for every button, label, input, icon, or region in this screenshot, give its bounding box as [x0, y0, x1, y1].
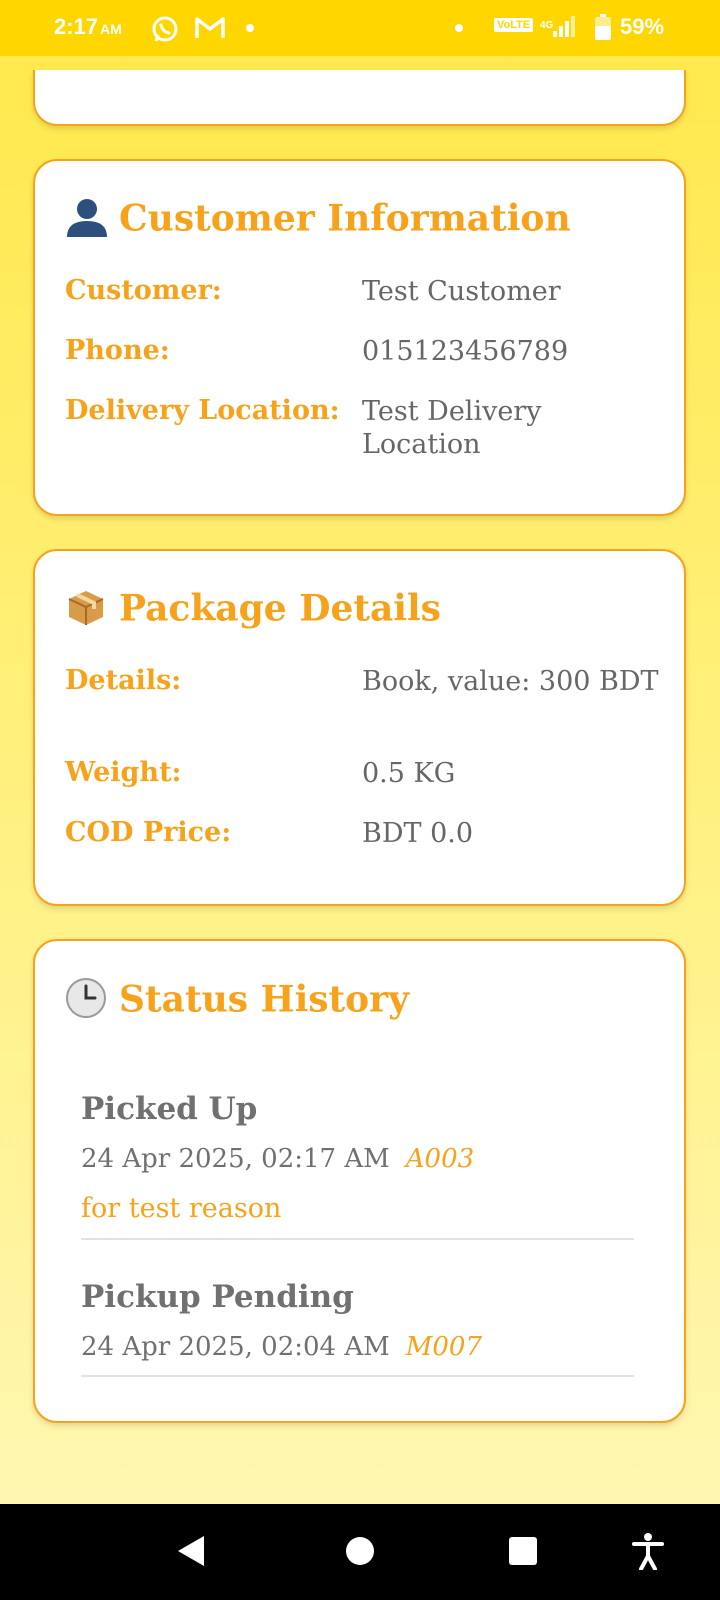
weight-label: Weight: [65, 757, 182, 788]
notification-dot [246, 24, 254, 32]
history-divider [81, 1375, 634, 1377]
history-user: M007 [405, 1332, 482, 1362]
back-button[interactable] [176, 1534, 206, 1572]
history-divider [81, 1238, 634, 1240]
recents-button[interactable] [508, 1536, 538, 1570]
whatsapp-icon [150, 14, 180, 49]
status-history-card: Status History Picked Up 24 Apr 2025, 02… [33, 939, 686, 1423]
phone-label: Phone: [65, 335, 170, 366]
signal-icon [552, 16, 576, 43]
cod-price-value: BDT 0.0 [362, 818, 474, 849]
clock-icon [65, 977, 111, 1028]
status-history-title: Status History [65, 977, 409, 1028]
package-details-card: Package Details Details: Book, value: 30… [33, 549, 686, 906]
accessibility-icon[interactable] [632, 1532, 664, 1574]
cod-price-label: COD Price: [65, 817, 232, 848]
history-reason: for test reason [81, 1193, 282, 1224]
customer-info-card: Customer Information Customer: Test Cust… [33, 159, 686, 516]
package-details-title: Package Details [65, 587, 441, 636]
phone-value: 015123456789 [362, 336, 569, 367]
person-icon [65, 197, 111, 246]
delivery-location-label: Delivery Location: [65, 395, 340, 426]
details-label: Details: [65, 665, 182, 696]
history-time: 24 Apr 2025, 02:17 AM A003 [81, 1144, 475, 1174]
history-status-pickup-pending: Pickup Pending [81, 1279, 354, 1315]
weight-value: 0.5 KG [362, 758, 456, 789]
history-time: 24 Apr 2025, 02:04 AM M007 [81, 1332, 482, 1362]
volte-badge: VoLTE [494, 18, 534, 32]
previous-card [33, 70, 686, 126]
package-icon [65, 587, 111, 636]
navigation-bar [0, 1504, 720, 1600]
battery-icon [595, 14, 611, 45]
history-status-picked-up: Picked Up [81, 1091, 258, 1127]
details-value: Book, value: 300 BDT [362, 666, 659, 697]
history-user: A003 [405, 1144, 475, 1174]
battery-percent: 59% [620, 14, 665, 39]
customer-value: Test Customer [362, 276, 561, 307]
indicator-dot [455, 24, 463, 32]
delivery-location-value: Test Delivery Location [362, 396, 542, 460]
customer-info-title: Customer Information [65, 197, 571, 246]
home-button[interactable] [345, 1536, 375, 1570]
customer-label: Customer: [65, 275, 222, 306]
clock: 2:17 AM [54, 14, 122, 39]
gmail-icon [194, 14, 226, 47]
status-bar: 2:17 AM VoLTE 4G 59% [0, 0, 720, 56]
